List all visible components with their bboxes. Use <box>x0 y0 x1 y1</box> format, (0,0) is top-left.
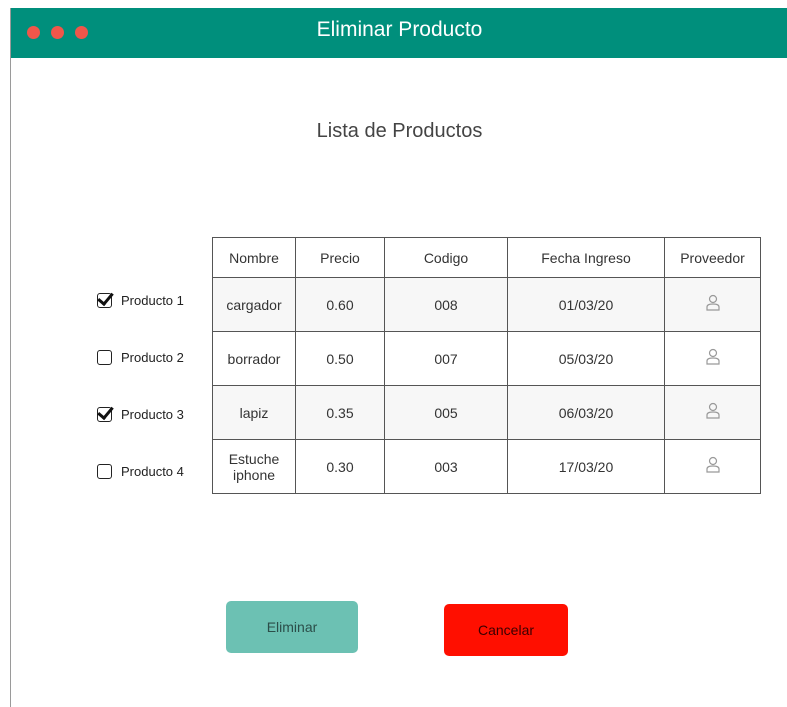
table-row: cargador 0.60 008 01/03/20 <box>212 277 761 332</box>
cell-precio: 0.35 <box>295 385 385 440</box>
table-row: Estuche iphone 0.30 003 17/03/20 <box>212 439 761 494</box>
table-header-row: Nombre Precio Codigo Fecha Ingreso Prove… <box>212 237 761 278</box>
window-title: Eliminar Producto <box>316 18 483 41</box>
checkbox[interactable] <box>97 349 112 365</box>
table-row: lapiz 0.35 005 06/03/20 <box>212 385 761 440</box>
products-table: Nombre Precio Codigo Fecha Ingreso Prove… <box>212 237 761 494</box>
column-header-codigo: Codigo <box>384 237 508 278</box>
cell-precio: 0.60 <box>295 277 385 332</box>
cell-codigo: 003 <box>384 439 508 494</box>
cell-nombre: lapiz <box>212 385 296 440</box>
checkbox[interactable] <box>97 406 112 422</box>
checkbox-label: Producto 3 <box>121 406 184 422</box>
cell-proveedor <box>664 385 761 440</box>
cell-fecha: 01/03/20 <box>507 277 665 332</box>
checklist-item-producto-2[interactable]: Producto 2 <box>97 347 217 367</box>
person-icon[interactable] <box>705 294 721 312</box>
cancel-button[interactable]: Cancelar <box>444 604 568 656</box>
app-window: Eliminar Producto Lista de Productos Pro… <box>10 8 787 707</box>
checkbox-label: Producto 4 <box>121 463 184 479</box>
cell-proveedor <box>664 331 761 386</box>
person-icon[interactable] <box>705 456 721 474</box>
column-header-fecha-ingreso: Fecha Ingreso <box>507 237 665 278</box>
cell-fecha: 17/03/20 <box>507 439 665 494</box>
checklist-item-producto-1[interactable]: Producto 1 <box>97 290 217 310</box>
column-header-precio: Precio <box>295 237 385 278</box>
cell-codigo: 007 <box>384 331 508 386</box>
title-bar: Eliminar Producto <box>11 8 787 58</box>
cell-nombre: cargador <box>212 277 296 332</box>
column-header-proveedor: Proveedor <box>664 237 761 278</box>
cell-fecha: 05/03/20 <box>507 331 665 386</box>
cell-proveedor <box>664 439 761 494</box>
checkbox-label: Producto 2 <box>121 349 184 365</box>
cell-nombre: borrador <box>212 331 296 386</box>
cell-proveedor <box>664 277 761 332</box>
table-row: borrador 0.50 007 05/03/20 <box>212 331 761 386</box>
column-header-nombre: Nombre <box>212 237 296 278</box>
person-icon[interactable] <box>705 348 721 366</box>
checkbox-label: Producto 1 <box>121 292 184 308</box>
cell-precio: 0.50 <box>295 331 385 386</box>
checklist-item-producto-4[interactable]: Producto 4 <box>97 461 217 481</box>
page-heading: Lista de Productos <box>316 120 483 142</box>
checklist-item-producto-3[interactable]: Producto 3 <box>97 404 217 424</box>
cell-nombre: Estuche iphone <box>212 439 296 494</box>
cell-precio: 0.30 <box>295 439 385 494</box>
checkbox[interactable] <box>97 463 112 479</box>
checkbox[interactable] <box>97 292 112 308</box>
person-icon[interactable] <box>705 402 721 420</box>
delete-button[interactable]: Eliminar <box>226 601 358 653</box>
cell-fecha: 06/03/20 <box>507 385 665 440</box>
cell-codigo: 005 <box>384 385 508 440</box>
cell-codigo: 008 <box>384 277 508 332</box>
